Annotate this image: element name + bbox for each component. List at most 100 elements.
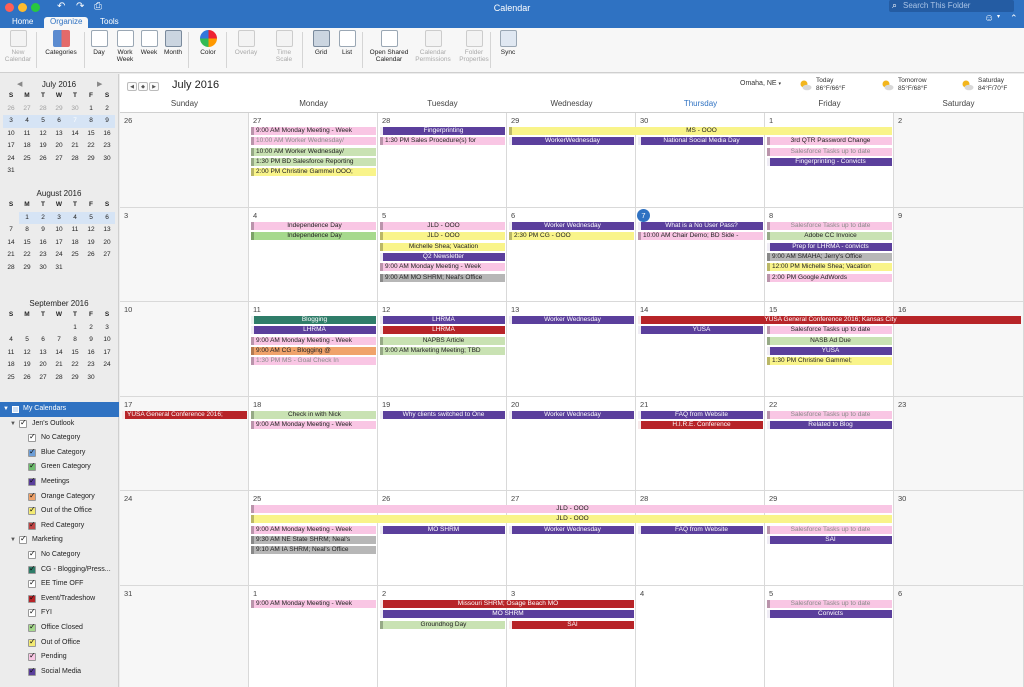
location-selector[interactable]: Omaha, NE ▾ <box>740 80 781 87</box>
calendar-event[interactable]: SAI <box>767 535 892 544</box>
mini-calendar-day[interactable]: 9 <box>83 334 99 347</box>
calendar-event[interactable]: FAQ from Website <box>638 525 763 534</box>
mini-calendar-day[interactable]: 10 <box>3 128 19 141</box>
calendar-group-1[interactable]: ▼ Marketing <box>0 533 119 548</box>
new-calendar-button[interactable]: New Calendar <box>0 30 36 63</box>
mini-calendar-day[interactable]: 10 <box>51 224 67 237</box>
previous-month-button[interactable]: ◀ <box>127 82 137 91</box>
calendar-event[interactable]: NAPBS Article <box>380 336 505 345</box>
mini-calendar-day[interactable]: 7 <box>51 334 67 347</box>
calendar-event[interactable]: 1:30 PM Sales Procedure(s) for <box>380 137 505 146</box>
mini-calendar-day[interactable]: 14 <box>3 237 19 250</box>
mini-calendar-day[interactable]: 1 <box>67 322 83 335</box>
mini-calendar-day[interactable]: 28 <box>51 372 67 385</box>
mini-calendar-day[interactable]: 30 <box>99 153 115 166</box>
calendar-event[interactable]: 9:00 AM CG - Blogging @ <box>251 346 376 355</box>
calendar-event[interactable]: Missouri SHRM; Osage Beach MO <box>380 600 634 608</box>
category-checkbox[interactable] <box>28 505 36 516</box>
calendar-category-item[interactable]: No Category <box>0 548 119 563</box>
calendar-event[interactable]: JLD - OOO <box>380 222 505 230</box>
smiley-feedback-icon[interactable]: ☺ <box>984 13 994 24</box>
mini-calendar-day[interactable]: 8 <box>83 115 99 128</box>
mini-calendar-day[interactable]: 16 <box>83 347 99 360</box>
mini-calendar-day[interactable]: 7 <box>67 115 83 128</box>
calendar-event[interactable]: 1:30 PM BD Salesforce Reporting <box>251 157 376 166</box>
calendar-event[interactable]: JLD - OOO <box>251 515 892 524</box>
month-view-button[interactable]: Month <box>158 30 188 56</box>
mini-calendar-day[interactable]: 29 <box>51 103 67 116</box>
mini-calendar-day[interactable]: 26 <box>19 372 35 385</box>
mini-calendar-day[interactable]: 23 <box>35 249 51 262</box>
mini-calendar-day[interactable]: 28 <box>3 262 19 275</box>
mini-calendar-day[interactable]: 26 <box>83 249 99 262</box>
day-view-button[interactable]: Day <box>86 30 112 56</box>
category-checkbox[interactable] <box>28 622 36 632</box>
mini-calendar-day[interactable]: 20 <box>99 237 115 250</box>
calendar-event[interactable]: Convicts <box>767 610 892 619</box>
mini-calendar-day[interactable]: 30 <box>83 372 99 385</box>
mini-calendar-day[interactable]: 18 <box>19 140 35 153</box>
calendar-event[interactable]: Independence Day <box>251 222 376 230</box>
calendar-category-item[interactable]: Out of Office <box>0 636 119 651</box>
mini-calendar-day[interactable]: 8 <box>19 224 35 237</box>
calendar-category-item[interactable]: FYI <box>0 606 119 621</box>
mini-calendar-day[interactable]: 24 <box>51 249 67 262</box>
mini-calendar-day[interactable]: 18 <box>3 359 19 372</box>
day-cell[interactable]: 31 <box>120 586 249 687</box>
mini-calendar-day[interactable]: 9 <box>99 115 115 128</box>
mini-calendar-day[interactable]: 1 <box>83 103 99 116</box>
calendar-event[interactable]: FAQ from Website <box>638 411 763 419</box>
mini-calendar-day[interactable]: 4 <box>19 115 35 128</box>
tab-organize[interactable]: Organize <box>44 17 89 28</box>
collapse-ribbon-icon[interactable]: ⌃ <box>1010 13 1018 24</box>
calendar-event[interactable]: Worker Wednesday <box>509 222 634 230</box>
mini-calendar-day[interactable]: 28 <box>67 153 83 166</box>
calendar-event[interactable]: 9:00 AM Monday Meeting - Week <box>251 525 376 534</box>
mini-calendar-day[interactable]: 13 <box>51 128 67 141</box>
calendar-event[interactable]: 9:00 AM Monday Meeting - Week <box>251 600 376 608</box>
calendar-event[interactable]: 1:30 PM MS - Goal Check In <box>251 357 376 366</box>
mini-calendar-day[interactable]: 10 <box>99 334 115 347</box>
day-cell[interactable]: 10 <box>120 302 249 397</box>
sync-button[interactable]: Sync <box>493 30 523 56</box>
mini-calendar-day[interactable]: 12 <box>19 347 35 360</box>
calendar-category-item[interactable]: CG - Blogging/Press... <box>0 563 119 578</box>
calendar-event[interactable]: Prep for LHRMA - convicts <box>767 242 892 251</box>
calendar-category-item[interactable]: Green Category <box>0 460 119 475</box>
calendar-event[interactable]: YUSA <box>638 326 763 335</box>
calendar-event[interactable]: YUSA General Conference 2016; <box>122 411 247 419</box>
day-cell[interactable]: 6 <box>894 586 1024 687</box>
calendar-event[interactable]: 9:00 AM Monday Meeting - Week <box>251 127 376 135</box>
mini-calendar-day[interactable]: 20 <box>51 140 67 153</box>
calendar-event[interactable]: 3rd QTR Password Change <box>767 137 892 146</box>
disclosure-open-icon[interactable]: ▼ <box>3 402 9 417</box>
calendar-group-0[interactable]: ▼ Jen's Outlook <box>0 417 119 432</box>
mini-calendar-day[interactable]: 4 <box>67 211 83 224</box>
mini-calendar-day[interactable]: 6 <box>51 115 67 128</box>
mini-calendar-day[interactable]: 30 <box>67 103 83 116</box>
mini-calendar-day[interactable]: 14 <box>51 347 67 360</box>
mini-calendar-day[interactable]: 11 <box>19 128 35 141</box>
mini-calendar-day[interactable]: 2 <box>35 211 51 224</box>
mini-calendar-day[interactable]: 31 <box>3 165 19 178</box>
calendar-event[interactable]: Check in with Nick <box>251 411 376 419</box>
open-shared-calendar-button[interactable]: Open Shared Calendar <box>364 30 414 63</box>
calendar-event[interactable]: SAI <box>509 620 634 629</box>
mini-calendar-day[interactable]: 21 <box>3 249 19 262</box>
mini-calendar-day[interactable]: 12 <box>83 224 99 237</box>
mini-calendar-day[interactable]: 22 <box>67 359 83 372</box>
category-checkbox[interactable] <box>28 564 36 574</box>
mini-calendar-day[interactable]: 29 <box>19 262 35 275</box>
category-checkbox[interactable] <box>28 651 36 662</box>
day-cell[interactable]: 23 <box>894 397 1024 491</box>
grid-view-button[interactable]: Grid <box>306 30 336 56</box>
mini-calendar-day[interactable]: 24 <box>3 153 19 166</box>
calendar-event[interactable]: 9:00 AM Monday Meeting - Week <box>251 421 376 430</box>
calendar-category-item[interactable]: EE Time OFF <box>0 577 119 592</box>
mini-calendar-day[interactable]: 28 <box>35 103 51 116</box>
mini-calendar-day[interactable]: 7 <box>3 224 19 237</box>
category-checkbox[interactable] <box>28 549 36 559</box>
calendar-event[interactable]: YUSA General Conference 2016; Kansas Cit… <box>638 316 1021 324</box>
calendar-event[interactable]: 12:00 PM Michelle Shea; Vacation <box>767 263 892 272</box>
mini-calendar-day[interactable]: 5 <box>35 115 51 128</box>
